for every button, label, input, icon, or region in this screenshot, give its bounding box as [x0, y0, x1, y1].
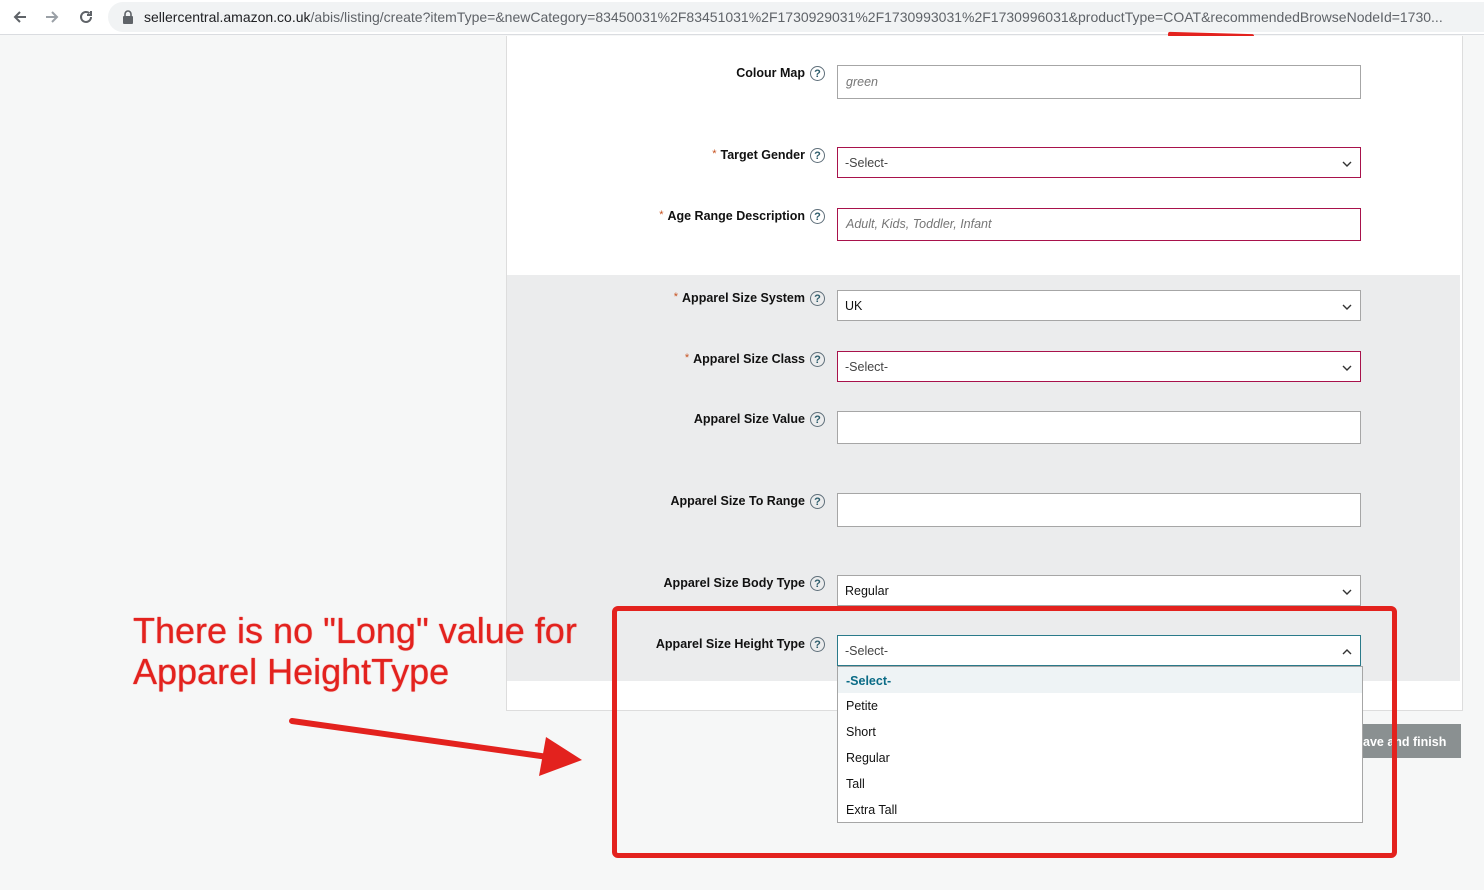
colour-map-label: Colour Map	[736, 66, 805, 80]
chevron-down-icon	[1342, 365, 1352, 371]
forward-icon[interactable]	[40, 5, 64, 29]
annotation-line-2: Apparel HeightType	[133, 651, 450, 692]
help-icon[interactable]: ?	[810, 494, 825, 509]
address-bar[interactable]: sellercentral.amazon.co.uk/abis/listing/…	[108, 2, 1484, 32]
age-range-input[interactable]: Adult, Kids, Toddler, Infant	[837, 208, 1361, 241]
annotation-line-1: There is no "Long" value for	[133, 610, 577, 651]
size-value-input[interactable]	[837, 411, 1361, 444]
chevron-down-icon	[1342, 161, 1352, 167]
browser-toolbar: sellercentral.amazon.co.uk/abis/listing/…	[0, 0, 1484, 35]
size-class-select[interactable]: -Select-	[837, 351, 1361, 382]
size-value-label: Apparel Size Value	[693, 412, 805, 426]
colour-map-input[interactable]: green	[837, 65, 1361, 99]
size-class-label: * Apparel Size Class	[684, 352, 805, 366]
annotation-highlight-box	[612, 606, 1397, 858]
back-icon[interactable]	[8, 5, 32, 29]
body-type-label: Apparel Size Body Type	[663, 576, 805, 590]
target-gender-select[interactable]: -Select-	[837, 147, 1361, 178]
annotation-text: There is no "Long" value for Apparel Hei…	[133, 610, 593, 692]
lock-icon	[123, 10, 133, 24]
chevron-down-icon	[1342, 304, 1352, 310]
help-icon[interactable]: ?	[810, 412, 825, 427]
chevron-down-icon	[1342, 589, 1352, 595]
help-icon[interactable]: ?	[810, 352, 825, 367]
help-icon[interactable]: ?	[810, 576, 825, 591]
help-icon[interactable]: ?	[810, 148, 825, 163]
target-gender-label: * Target Gender	[712, 148, 805, 162]
help-icon[interactable]: ?	[810, 66, 825, 81]
help-icon[interactable]: ?	[810, 209, 825, 224]
url-text: sellercentral.amazon.co.uk/abis/listing/…	[144, 9, 1443, 25]
size-to-range-label: Apparel Size To Range	[670, 494, 805, 508]
size-system-label: * Apparel Size System	[673, 291, 805, 305]
age-range-label: * Age Range Description	[659, 209, 805, 223]
size-to-range-input[interactable]	[837, 493, 1361, 527]
size-system-select[interactable]: UK	[837, 290, 1361, 321]
body-type-select[interactable]: Regular	[837, 575, 1361, 606]
help-icon[interactable]: ?	[810, 291, 825, 306]
reload-icon[interactable]	[74, 5, 98, 29]
